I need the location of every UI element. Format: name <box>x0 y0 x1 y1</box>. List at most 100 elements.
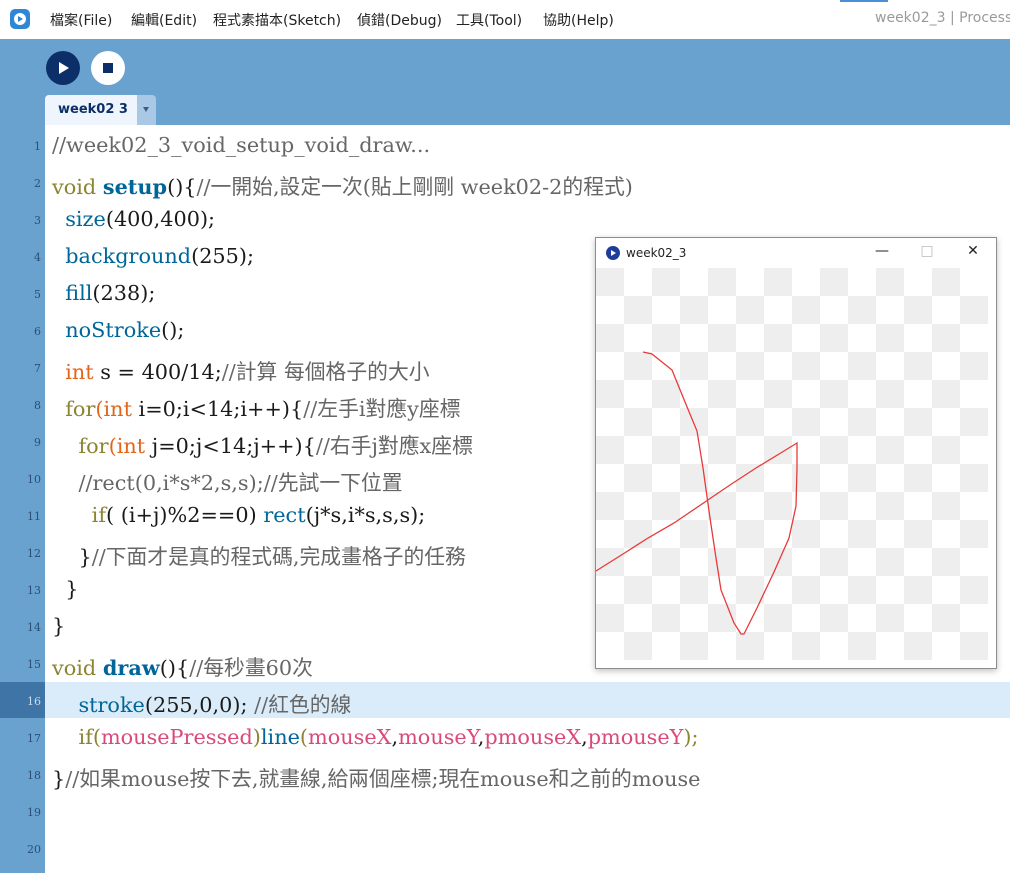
checker-cell <box>764 436 792 464</box>
checker-cell <box>876 268 904 296</box>
checker-cell <box>876 380 904 408</box>
checker-cell <box>848 408 876 436</box>
checker-cell <box>876 604 904 632</box>
menu-bar: 檔案(File) 編輯(Edit) 程式素描本(Sketch) 偵錯(Debug… <box>0 0 1010 39</box>
checker-cell <box>652 436 680 464</box>
checker-cell <box>820 268 848 296</box>
line-number: 20 <box>27 843 41 856</box>
checker-cell <box>708 268 736 296</box>
line-number: 2 <box>34 177 41 190</box>
code-line-7: int s = 400/14;//計算 每個格子的大小 <box>65 360 430 384</box>
menu-file[interactable]: 檔案(File) <box>50 10 112 30</box>
code-line-15: void draw(){//每秒畫60次 <box>52 655 313 680</box>
checkerboard-grid <box>596 268 988 660</box>
checker-cell <box>596 380 624 408</box>
menu-help[interactable]: 協助(Help) <box>543 10 614 30</box>
line-number: 10 <box>27 473 41 486</box>
checker-cell <box>792 632 820 660</box>
checker-cell <box>848 576 876 604</box>
code-line-9: for(int j=0;j<14;j++){//右手j對應x座標 <box>78 434 473 458</box>
checker-cell <box>876 548 904 576</box>
checker-cell <box>680 408 708 436</box>
checker-cell <box>624 464 652 492</box>
window-title: week02_3 | Processin <box>875 10 1010 26</box>
tab-menu-chevron-down-icon[interactable] <box>137 95 156 125</box>
checker-cell <box>904 632 932 660</box>
checker-cell <box>736 632 764 660</box>
code-line-6: noStroke(); <box>65 318 185 342</box>
sketch-output-window[interactable]: week02_3 — □ ✕ <box>595 237 997 669</box>
tab-week02-3[interactable]: week02 3 <box>45 95 137 125</box>
checker-cell <box>876 436 904 464</box>
checker-cell <box>680 632 708 660</box>
checker-cell <box>848 632 876 660</box>
checker-cell <box>708 380 736 408</box>
menu-tool[interactable]: 工具(Tool) <box>456 10 522 30</box>
checker-cell <box>624 632 652 660</box>
run-button[interactable] <box>46 51 80 85</box>
minimize-icon[interactable]: — <box>872 243 892 259</box>
processing-app-icon[interactable] <box>10 9 30 29</box>
checker-cell <box>932 380 960 408</box>
checker-cell <box>680 576 708 604</box>
checker-cell <box>624 296 652 324</box>
line-number: 8 <box>34 399 41 412</box>
checker-cell <box>792 576 820 604</box>
line-number: 13 <box>27 584 41 597</box>
checker-cell <box>624 408 652 436</box>
line-number: 9 <box>34 436 41 449</box>
checker-cell <box>624 352 652 380</box>
toolbar: week02 3 <box>0 39 1010 125</box>
checker-cell <box>624 576 652 604</box>
sketch-canvas[interactable] <box>596 268 996 668</box>
code-line-5: fill(238); <box>65 281 156 305</box>
checker-cell <box>708 548 736 576</box>
checker-cell <box>652 604 680 632</box>
checker-cell <box>596 324 624 352</box>
checker-cell <box>652 492 680 520</box>
checker-cell <box>792 520 820 548</box>
checker-cell <box>596 268 624 296</box>
line-number: 11 <box>27 510 41 523</box>
checker-cell <box>904 520 932 548</box>
checker-cell <box>960 296 988 324</box>
code-line-14: } <box>52 614 66 638</box>
checker-cell <box>596 492 624 520</box>
checker-cell <box>652 380 680 408</box>
stop-button[interactable] <box>91 51 125 85</box>
code-line-11: if( (i+j)%2==0) rect(j*s,i*s,s,s); <box>91 503 426 527</box>
checker-cell <box>904 408 932 436</box>
line-number: 17 <box>27 732 41 745</box>
checker-cell <box>708 324 736 352</box>
title-accent <box>840 0 888 2</box>
checker-cell <box>792 408 820 436</box>
checker-cell <box>764 324 792 352</box>
code-line-4: background(255); <box>65 244 255 268</box>
menu-debug[interactable]: 偵錯(Debug) <box>357 10 442 30</box>
checker-cell <box>652 324 680 352</box>
checker-cell <box>960 520 988 548</box>
line-number: 7 <box>34 362 41 375</box>
tab-label: week02 3 <box>58 102 128 117</box>
line-number-gutter <box>0 125 45 873</box>
maximize-icon[interactable]: □ <box>917 243 937 259</box>
checker-cell <box>904 296 932 324</box>
checker-cell <box>596 436 624 464</box>
code-line-8: for(int i=0;i<14;i++){//左手i對應y座標 <box>65 397 461 421</box>
checker-cell <box>708 436 736 464</box>
code-line-16: stroke(255,0,0); //紅色的線 <box>78 693 352 717</box>
sketch-titlebar[interactable]: week02_3 — □ ✕ <box>596 238 996 268</box>
close-icon[interactable]: ✕ <box>963 243 983 259</box>
menu-sketch[interactable]: 程式素描本(Sketch) <box>213 10 341 30</box>
line-number: 14 <box>27 621 41 634</box>
checker-cell <box>848 352 876 380</box>
code-line-18: }//如果mouse按下去,就畫線,給兩個座標;現在mouse和之前的mouse <box>52 767 701 791</box>
checker-cell <box>904 352 932 380</box>
sketch-window-title: week02_3 <box>626 246 687 260</box>
checker-cell <box>736 352 764 380</box>
code-line-10: //rect(0,i*s*2,s,s);//先試一下位置 <box>78 471 403 495</box>
checker-cell <box>820 380 848 408</box>
checker-cell <box>932 604 960 632</box>
checker-cell <box>764 604 792 632</box>
menu-edit[interactable]: 編輯(Edit) <box>131 10 197 30</box>
